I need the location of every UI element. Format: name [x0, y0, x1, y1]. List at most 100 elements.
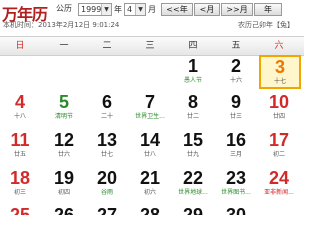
lunar-label: 初四 [57, 189, 70, 196]
day-cell-25[interactable]: 25 [0, 205, 40, 215]
lunar-label: 世界地球... [178, 189, 208, 196]
day-cell-8[interactable]: 8 廿二 [173, 92, 213, 124]
day-cell-29[interactable]: 29 [173, 205, 213, 215]
day-number: 15 [182, 130, 204, 150]
day-cell-3-today[interactable]: 3 十七 [259, 55, 301, 89]
day-cell-28[interactable]: 28 [130, 205, 170, 215]
lunar-label: 十六 [229, 77, 242, 84]
weekday-wed: 三 [145, 41, 155, 51]
lunar-label: 世界卫生... [135, 113, 165, 120]
month-suffix: 月 [148, 5, 156, 14]
weekday-sun: 日 [15, 41, 25, 51]
lunar-label: 廿九 [186, 151, 199, 158]
chevron-down-icon: ▼ [101, 4, 111, 15]
day-number: 7 [144, 92, 155, 112]
calendar-type-select[interactable]: 公历 [56, 3, 76, 14]
day-number: 16 [225, 130, 247, 150]
year-suffix: 年 [114, 5, 122, 14]
weekday-fri: 五 [231, 41, 241, 51]
day-number: 1 [187, 56, 198, 76]
day-number: 21 [139, 168, 161, 188]
day-number: 20 [96, 168, 118, 188]
day-cell-17[interactable]: 17 初二 [259, 130, 299, 162]
next-month-button[interactable]: >>月 [221, 3, 253, 16]
lunar-label: 廿三 [229, 113, 242, 120]
day-cell-18[interactable]: 18 初三 [0, 168, 40, 200]
day-cell-1[interactable]: 1 愚人节 [173, 56, 213, 88]
month-select[interactable]: 4 ▼ [124, 3, 146, 16]
weekday-sat: 六 [274, 41, 284, 51]
day-number: 28 [139, 205, 161, 215]
day-number: 23 [225, 168, 247, 188]
day-number: 24 [268, 168, 290, 188]
day-cell-5[interactable]: 5 清明节 [44, 92, 84, 124]
day-number: 30 [225, 205, 247, 215]
prev-year-button[interactable]: <<年 [161, 3, 193, 16]
day-cell-19[interactable]: 19 初四 [44, 168, 84, 200]
lunar-label: 世界图书... [221, 189, 251, 196]
lunar-label: 亚非新闻... [264, 189, 294, 196]
day-cell-13[interactable]: 13 廿七 [87, 130, 127, 162]
day-number: 12 [53, 130, 75, 150]
year-select[interactable]: 1999 ▼ [78, 3, 112, 16]
lunar-label: 十七 [273, 78, 286, 85]
lunar-label: 廿七 [100, 151, 113, 158]
day-cell-21[interactable]: 21 初六 [130, 168, 170, 200]
day-number: 22 [182, 168, 204, 188]
day-number: 17 [268, 130, 290, 150]
lunar-label: 廿五 [13, 151, 26, 158]
day-cell-10[interactable]: 10 廿四 [259, 92, 299, 124]
day-cell-6[interactable]: 6 二十 [87, 92, 127, 124]
day-cell-24[interactable]: 24 亚非新闻... [259, 168, 299, 200]
day-number: 25 [9, 205, 31, 215]
day-number: 8 [187, 92, 198, 112]
lunar-label: 初三 [13, 189, 26, 196]
day-cell-30[interactable]: 30 [216, 205, 256, 215]
weekday-mon: 一 [59, 41, 69, 51]
day-cell-11[interactable]: 11 廿五 [0, 130, 40, 162]
day-number: 5 [58, 92, 69, 112]
lunar-label: 廿六 [57, 151, 70, 158]
day-cell-23[interactable]: 23 世界图书... [216, 168, 256, 200]
year-value: 1999 [81, 5, 102, 14]
lunar-label: 十八 [13, 113, 26, 120]
day-cell-7[interactable]: 7 世界卫生... [130, 92, 170, 124]
day-number: 19 [53, 168, 75, 188]
day-number: 13 [96, 130, 118, 150]
day-number: 2 [230, 56, 241, 76]
lunar-label: 廿四 [272, 113, 285, 120]
day-number: 11 [10, 130, 30, 150]
day-cell-22[interactable]: 22 世界地球... [173, 168, 213, 200]
day-cell-27[interactable]: 27 [87, 205, 127, 215]
day-cell-16[interactable]: 16 三月 [216, 130, 256, 162]
day-cell-9[interactable]: 9 廿三 [216, 92, 256, 124]
weekday-tue: 二 [102, 41, 112, 51]
day-cell-12[interactable]: 12 廿六 [44, 130, 84, 162]
day-number: 4 [14, 92, 25, 112]
day-cell-20[interactable]: 20 谷雨 [87, 168, 127, 200]
day-number: 6 [101, 92, 112, 112]
month-value: 4 [127, 5, 133, 14]
day-cell-2[interactable]: 2 十六 [216, 56, 256, 88]
day-number: 29 [182, 205, 204, 215]
prev-month-button[interactable]: <月 [194, 3, 220, 16]
day-cell-15[interactable]: 15 廿九 [173, 130, 213, 162]
lunar-label: 愚人节 [183, 77, 202, 84]
weekday-thu: 四 [188, 41, 198, 51]
lunar-label: 初六 [143, 189, 156, 196]
lunar-label: 初二 [272, 151, 285, 158]
weekday-header: 日 一 二 三 四 五 六 [0, 36, 304, 56]
day-number: 27 [96, 205, 118, 215]
day-cell-26[interactable]: 26 [44, 205, 84, 215]
lunar-label: 二十 [100, 113, 113, 120]
local-time-text: 本机时间：2013年2月12日 9:01:24 [3, 21, 120, 29]
day-cell-4[interactable]: 4 十八 [0, 92, 40, 124]
next-year-button[interactable]: 年 [254, 3, 282, 16]
lunar-label: 廿八 [143, 151, 156, 158]
day-number: 18 [9, 168, 31, 188]
lunar-year-text: 农历己卯年【兔】 [238, 21, 294, 29]
day-number: 14 [139, 130, 161, 150]
day-cell-14[interactable]: 14 廿八 [130, 130, 170, 162]
lunar-label: 谷雨 [100, 189, 113, 196]
lunar-label: 三月 [229, 151, 242, 158]
